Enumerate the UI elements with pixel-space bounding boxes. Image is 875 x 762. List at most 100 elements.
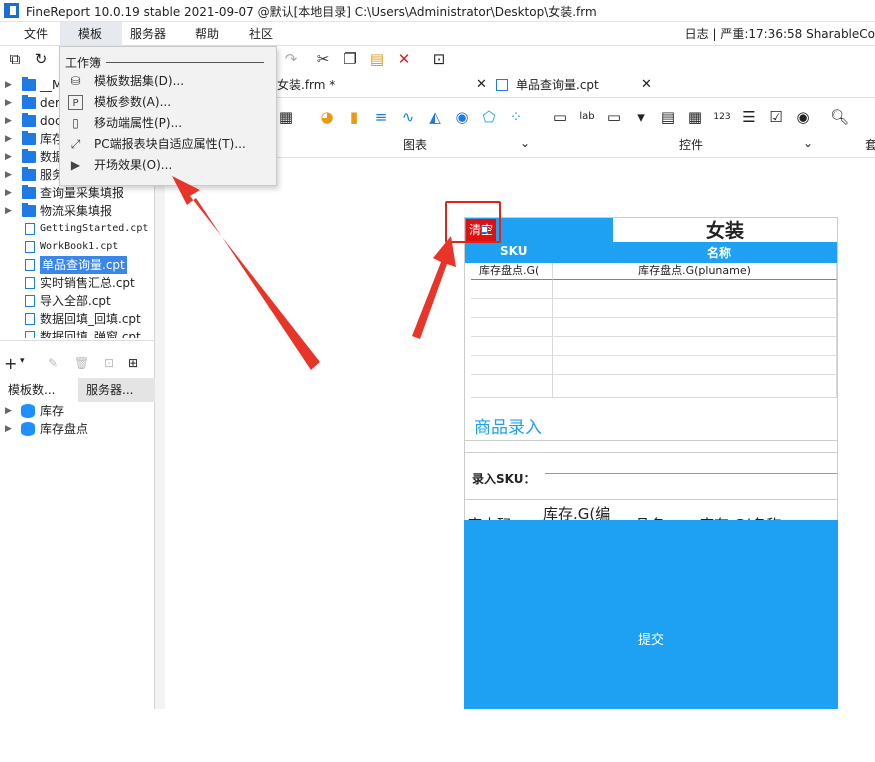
table-header: SKU 名称 [465, 242, 837, 263]
tab-women-frm[interactable]: 女装.frm * [277, 72, 335, 98]
redo-icon[interactable]: ↷ [282, 50, 300, 68]
input-sku-label: 录入SKU： [472, 472, 536, 486]
text-widget-icon[interactable]: ▭ [605, 108, 623, 126]
preview-data-icon[interactable]: ⊡ [104, 356, 114, 370]
section-divider [465, 440, 837, 441]
add-dataset-icon[interactable]: + [4, 354, 17, 373]
tab-close-icon[interactable]: ✕ [641, 72, 652, 98]
grid-line [471, 317, 837, 318]
copy-icon[interactable]: ❐ [341, 50, 359, 68]
tree-item[interactable]: ▶ 查询量采集填报 [0, 184, 155, 202]
tree-item[interactable]: 数据回填_回填.cpt [0, 310, 155, 328]
menu-template[interactable]: 模板 [60, 22, 122, 46]
list-widget-icon[interactable]: ☰ [740, 108, 758, 126]
menu-item-pc-adaptive[interactable]: ⤢ PC端报表块自适应属性(T)... [60, 134, 276, 155]
app-logo-icon [4, 3, 19, 18]
server-dataset-icon[interactable]: ⊞ [128, 356, 138, 370]
play-icon: ▶ [70, 158, 81, 172]
hbar-chart-icon[interactable]: ≡ [372, 108, 390, 126]
button-widget-icon[interactable]: ▭ [551, 108, 569, 126]
control-group-expand-icon[interactable]: ⌄ [803, 136, 813, 150]
gauge-chart-icon[interactable]: ◉ [453, 108, 471, 126]
menu-bar: 文件 模板 服务器 帮助 社区 日志 | 严重:17:36:58 Sharabl… [0, 22, 875, 46]
scatter-chart-icon[interactable]: ⁘ [507, 108, 525, 126]
add-dropdown-icon[interactable]: ▾ [20, 356, 25, 366]
dropdown-section-title: 工作簿 [65, 56, 102, 70]
tab-template-datasets[interactable]: 模板数... [0, 378, 78, 402]
chart-group-expand-icon[interactable]: ⌄ [520, 136, 530, 150]
log-status[interactable]: 日志 | 严重:17:36:58 SharableCo [685, 22, 875, 46]
tree-item-selected[interactable]: 单品查询量.cpt [0, 256, 155, 274]
report-icon [496, 79, 508, 91]
paste-icon[interactable]: ▤ [368, 50, 386, 68]
search-widget-icon[interactable]: 🔍︎ [830, 108, 849, 126]
section-divider [106, 62, 264, 63]
trash-icon[interactable]: 🗑︎ [74, 356, 89, 370]
new-template-icon[interactable]: ⧉ [6, 50, 24, 68]
title-bar: FineReport 10.0.19 stable 2021-09-07 @默认… [0, 0, 875, 22]
edit-icon[interactable]: ✎ [48, 356, 58, 370]
label-widget-icon[interactable]: lab [578, 108, 596, 126]
bottom-col-2[interactable]: 库存.G(编 [543, 503, 627, 521]
database-icon: ⛁ [70, 74, 81, 88]
menu-help[interactable]: 帮助 [195, 22, 219, 46]
chart-group-label: 图表 [403, 138, 428, 152]
tree-widget-icon[interactable]: ▤ [659, 108, 677, 126]
cell-sku-value[interactable]: 库存盘点.G( [471, 263, 553, 280]
tree-item[interactable]: 实时销售汇总.cpt [0, 274, 155, 292]
tree-item[interactable]: GettingStarted.cpt [0, 220, 155, 238]
tab-close-icon[interactable]: ✕ [476, 72, 487, 98]
number-widget-icon[interactable]: 123 [713, 108, 731, 126]
preview-icon[interactable]: ⊡ [430, 50, 448, 68]
bar-chart-icon[interactable]: ▮ [345, 108, 363, 126]
tab-server-datasets[interactable]: 服务器... [78, 378, 155, 402]
control-group-label: 控件 [679, 138, 704, 152]
left-tabs: 模板数... 服务器... [0, 378, 155, 402]
grid-line [471, 298, 837, 299]
grid-line [471, 355, 837, 356]
menu-file[interactable]: 文件 [24, 22, 48, 46]
radar-chart-icon[interactable]: ⬠ [480, 108, 498, 126]
menu-item-template-dataset[interactable]: ⛁ 模板数据集(D)... [60, 71, 276, 92]
menu-community[interactable]: 社区 [249, 22, 273, 46]
radio-widget-icon[interactable]: ◉ [794, 108, 812, 126]
adaptive-icon: ⤢ [70, 137, 81, 151]
grid-line [471, 336, 837, 337]
tree-item[interactable]: WorkBook1.cpt [0, 238, 155, 256]
table-icon[interactable]: ▦ [277, 108, 295, 126]
section-divider [465, 452, 837, 453]
refresh-icon[interactable]: ↻ [32, 50, 50, 68]
cell-name-value[interactable]: 库存盘点.G(pluname) [553, 263, 837, 280]
tree-item[interactable]: 导入全部.cpt [0, 292, 155, 310]
menu-item-mobile-properties[interactable]: ▯ 移动端属性(P)... [60, 113, 276, 134]
tree-item[interactable]: ▶ 物流采集填报 [0, 202, 155, 220]
grid-line [471, 374, 837, 375]
menu-item-template-params[interactable]: P 模板参数(A)... [60, 92, 276, 113]
menu-server[interactable]: 服务器 [130, 22, 166, 46]
section-divider [465, 499, 837, 500]
mobile-icon: ▯ [72, 116, 79, 130]
sku-input[interactable] [545, 473, 837, 474]
checkbox-widget-icon[interactable]: ☑ [767, 108, 785, 126]
menu-item-opening-effect[interactable]: ▶ 开场效果(O)... [60, 155, 276, 176]
combo-widget-icon[interactable]: ▾ [632, 108, 650, 126]
tree-item[interactable]: 数据回填_弹窗.cpt [0, 328, 155, 338]
submit-button[interactable]: 提交 [464, 520, 838, 709]
splitter[interactable] [0, 340, 155, 348]
line-chart-icon[interactable]: ∿ [399, 108, 417, 126]
section-title: 商品录入 [474, 418, 542, 438]
date-widget-icon[interactable]: ▦ [686, 108, 704, 126]
pie-chart-icon[interactable]: ◕ [318, 108, 336, 126]
annotation-highlight-box [445, 201, 501, 243]
header-name: 名称 [707, 246, 732, 260]
delete-icon[interactable]: ✕ [395, 50, 413, 68]
window-title: FineReport 10.0.19 stable 2021-09-07 @默认… [26, 5, 597, 19]
template-menu-dropdown: 工作簿 ⛁ 模板数据集(D)... P 模板参数(A)... ▯ 移动端属性(P)..… [59, 46, 277, 186]
tab-single-query[interactable]: 单品查询量.cpt [516, 72, 599, 98]
dataset-item[interactable]: ▶ 库存盘点 [0, 420, 155, 438]
area-chart-icon[interactable]: ◭ [426, 108, 444, 126]
extra-group-label: 套 [865, 138, 875, 152]
cut-icon[interactable]: ✂ [314, 50, 332, 68]
form-title: 女装 [705, 220, 744, 242]
dataset-item[interactable]: ▶ 库存 [0, 402, 155, 420]
